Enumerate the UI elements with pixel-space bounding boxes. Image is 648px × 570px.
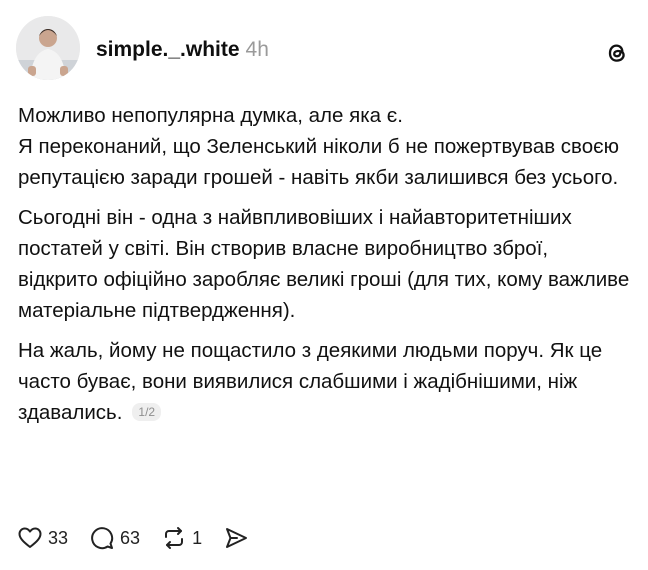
like-button[interactable]: 33: [18, 527, 68, 549]
threads-logo-icon[interactable]: [604, 40, 630, 66]
post-paragraph-text: На жаль, йому не пощастило з деякими люд…: [18, 339, 603, 424]
send-icon: [224, 526, 248, 550]
repost-button[interactable]: 1: [162, 526, 202, 550]
post-paragraph: На жаль, йому не пощастило з деякими люд…: [18, 335, 630, 428]
post-body: Можливо непопулярна думка, але яка є. Я …: [18, 100, 630, 437]
post-header: simple._.white 4h: [96, 37, 269, 63]
comment-bubble-icon: [90, 526, 114, 550]
post-paragraph: Сьогодні він - одна з найвпливовіших і н…: [18, 206, 630, 322]
avatar[interactable]: [16, 16, 80, 80]
like-count: 33: [48, 527, 69, 548]
post-time: 4h: [245, 38, 269, 61]
username[interactable]: simple._.white: [96, 38, 240, 61]
comment-count: 63: [120, 527, 141, 548]
post-paragraph: Можливо непопулярна думка, але яка є. Я …: [18, 104, 619, 189]
repost-icon: [162, 526, 186, 550]
heart-icon: [18, 527, 42, 549]
page-indicator: 1/2: [132, 403, 162, 421]
share-button[interactable]: [224, 526, 248, 550]
comment-button[interactable]: 63: [90, 526, 140, 550]
repost-count: 1: [192, 527, 203, 548]
action-bar: 33 63 1: [18, 522, 270, 554]
